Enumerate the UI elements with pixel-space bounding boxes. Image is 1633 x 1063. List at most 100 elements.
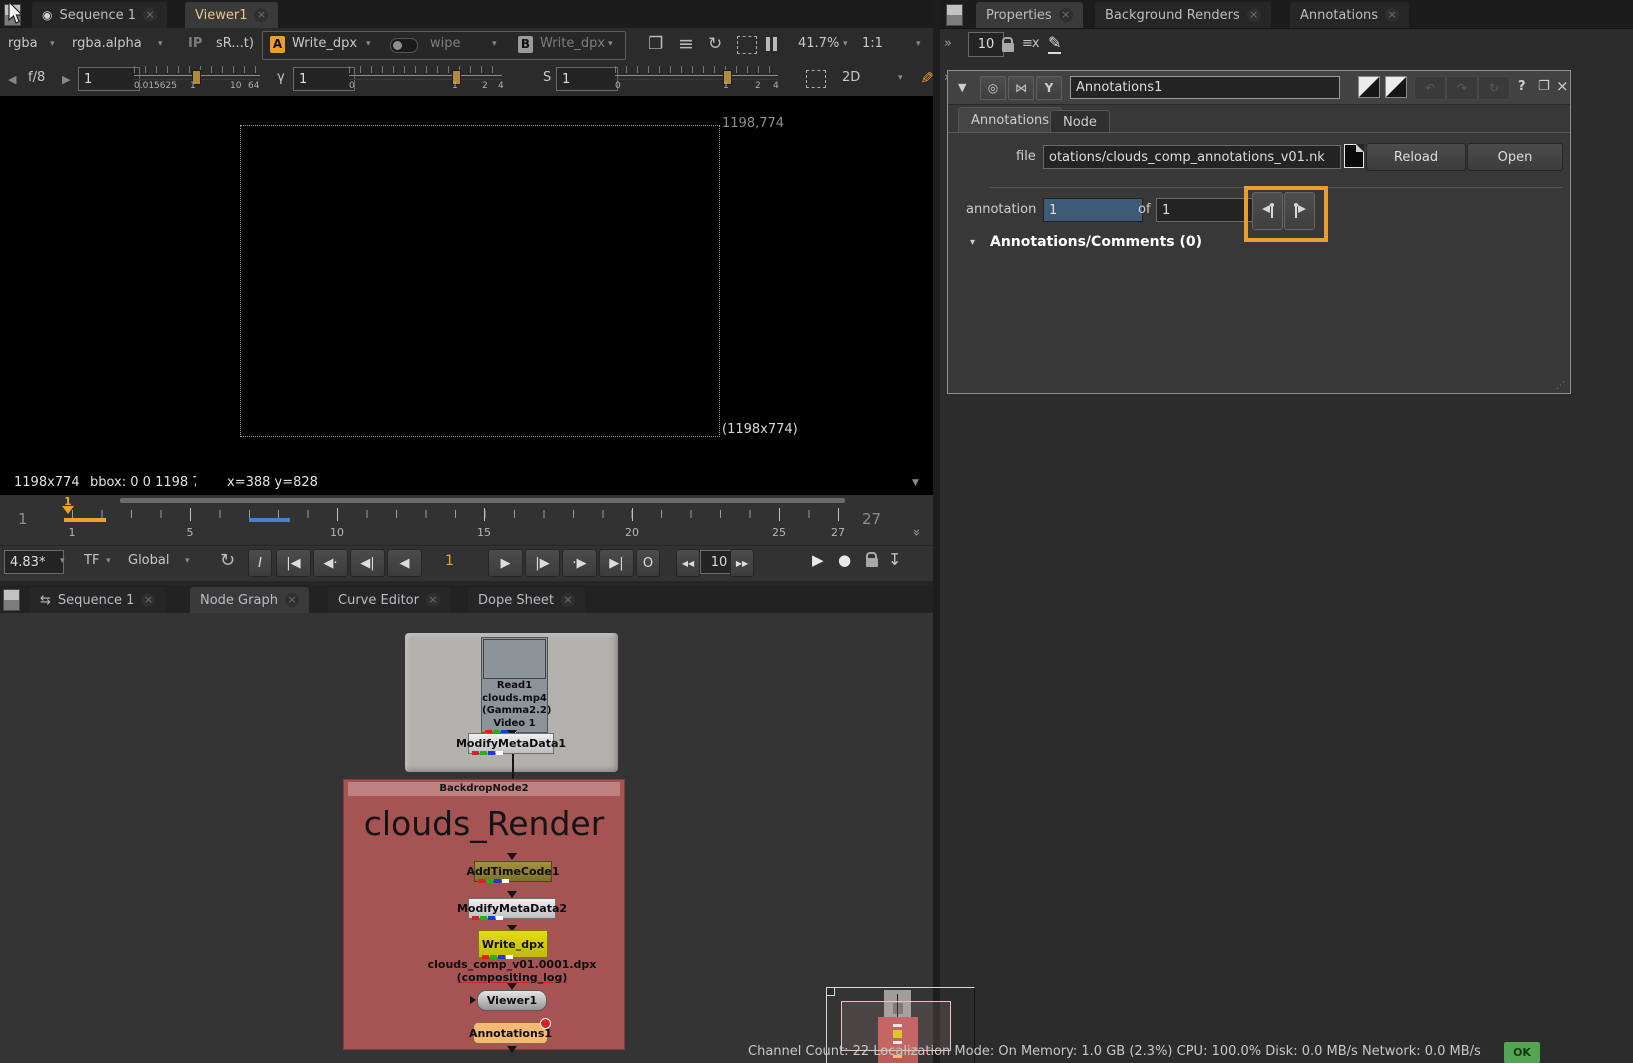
pause-icon[interactable] (766, 37, 780, 55)
info-expand-icon[interactable]: ▼ (912, 478, 919, 488)
collapse-triangle-icon[interactable]: ▼ (958, 81, 966, 94)
node-graph[interactable]: Read1 clouds.mp4 (Gamma2.2) Video 1 Modi… (0, 613, 933, 1063)
close-icon[interactable]: × (285, 593, 299, 607)
pencil-icon[interactable]: ✎ (1048, 33, 1061, 54)
timeline-ruler[interactable] (72, 510, 840, 518)
file-path-input[interactable]: otations/clouds_comp_annotations_v01.nk (1043, 145, 1341, 169)
timeline-scrollbar[interactable] (120, 498, 845, 503)
tab-annotations[interactable]: Annotations × (1290, 2, 1409, 28)
step-back-button[interactable]: ◀| (350, 549, 385, 577)
close-icon[interactable]: × (143, 8, 157, 22)
b-input-badge[interactable]: B (518, 36, 533, 53)
chevron-down-icon[interactable]: ▾ (60, 556, 65, 566)
prev-fstop-icon[interactable]: ◀ (8, 73, 16, 86)
viewer-lut-dropdown[interactable]: sR...t) (216, 36, 254, 51)
channels-dropdown[interactable]: rgba (8, 36, 38, 51)
gl-color-swatch[interactable] (1385, 76, 1407, 98)
next-annotation-button[interactable] (1284, 192, 1315, 230)
node-viewer1[interactable]: Viewer1 (477, 990, 547, 1011)
gain-input[interactable]: 1 (78, 67, 140, 91)
next-keyframe-button[interactable]: ·▶ (562, 549, 597, 577)
b-input-dropdown[interactable]: Write_dpx (540, 36, 605, 51)
collapse-icon[interactable]: » (908, 529, 923, 537)
jump-forward-button[interactable]: ▶▶ (730, 549, 754, 577)
node-name-input[interactable]: Annotations1 (1070, 76, 1340, 99)
play-backward-button[interactable]: ◀ (387, 549, 422, 577)
tab-curve-editor[interactable]: Curve Editor × (328, 587, 450, 613)
center-node-icon[interactable]: ◎ (980, 76, 1006, 100)
node-modifymetadata1[interactable]: ModifyMetaData1 (468, 733, 554, 754)
fps-input[interactable]: 4.83* (4, 550, 64, 574)
mask-input-icon[interactable]: ⋈ (1008, 76, 1034, 100)
frame-guide-icon[interactable] (737, 36, 757, 54)
reload-button[interactable]: Reload (1366, 143, 1466, 171)
zoom-level-dropdown[interactable]: 41.7% (798, 36, 839, 51)
input-process-toggle[interactable]: IP (188, 36, 202, 51)
proxy-ratio-dropdown[interactable]: 1:1 (862, 36, 883, 51)
roi-icon[interactable] (806, 70, 826, 88)
render-export-icon[interactable]: ↧ (888, 550, 901, 569)
annotation-total-input[interactable]: 1 (1156, 198, 1253, 222)
flipbook-icon[interactable]: ▶ (812, 551, 824, 569)
tab-properties[interactable]: Properties × (976, 2, 1083, 28)
collapse-icon[interactable]: » (944, 36, 952, 51)
wrench-icon[interactable]: Y (1036, 76, 1062, 100)
node-write-dpx[interactable]: Write_dpx (478, 930, 548, 958)
open-button[interactable]: Open (1467, 143, 1563, 171)
pane-splitter[interactable] (933, 0, 940, 1063)
close-icon[interactable]: × (1059, 8, 1073, 22)
close-icon[interactable]: × (254, 8, 268, 22)
gamma-slider[interactable]: 0 1 2 4 (349, 66, 502, 92)
lock-icon[interactable] (866, 558, 878, 567)
gamma-input[interactable]: 1 (293, 67, 355, 91)
a-input-badge[interactable]: A (270, 36, 285, 53)
revert-icon[interactable]: ↻ (1478, 76, 1510, 100)
saturation-slider[interactable]: 0 1 2 4 (615, 66, 778, 92)
node-tab-annotations[interactable]: Annotations (958, 107, 1062, 133)
wipe-mode-dropdown[interactable]: wipe (430, 36, 461, 51)
range-mode-dropdown[interactable]: Global (128, 553, 169, 568)
pane-menu-icon[interactable] (946, 4, 963, 26)
close-icon[interactable]: × (426, 593, 440, 607)
play-button[interactable]: ▶ (488, 549, 523, 577)
refresh-icon[interactable]: ↻ (708, 34, 722, 54)
close-icon[interactable]: × (1385, 8, 1399, 22)
step-forward-button[interactable]: |▶ (525, 549, 560, 577)
tab-dope-sheet[interactable]: Dope Sheet × (468, 587, 585, 613)
saturation-input[interactable]: 1 (556, 67, 618, 91)
current-frame[interactable]: 1 (445, 553, 454, 569)
monitor-out-icon[interactable]: ❐ (648, 34, 663, 54)
node-color-swatch[interactable] (1358, 76, 1380, 98)
layer-dropdown[interactable]: rgba.alpha (72, 36, 142, 51)
help-icon[interactable]: ? (1518, 79, 1526, 94)
tab-sequence-1-dag[interactable]: ⇆ Sequence 1 × (30, 587, 165, 613)
tab-sequence-1[interactable]: ◉ Sequence 1 × (32, 2, 167, 28)
stack-mode-icon[interactable]: ≡ (678, 33, 694, 55)
minimap-handle[interactable] (826, 987, 835, 996)
node-modifymetadata2[interactable]: ModifyMetaData2 (468, 898, 556, 919)
file-browser-icon[interactable] (1344, 144, 1364, 168)
loop-mode-icon[interactable]: ↻ (220, 550, 235, 571)
close-icon[interactable]: × (1247, 8, 1261, 22)
out-point-button[interactable]: O (636, 549, 660, 577)
close-icon[interactable]: × (561, 593, 575, 607)
jump-back-button[interactable]: ◀◀ (676, 549, 700, 577)
a-input-dropdown[interactable]: Write_dpx (292, 36, 357, 51)
tab-viewer1[interactable]: Viewer1 × (185, 2, 278, 28)
tab-node-graph[interactable]: Node Graph × (190, 587, 309, 613)
undo-icon[interactable]: ↶ (1414, 76, 1446, 100)
in-point-button[interactable]: I (248, 549, 272, 577)
redo-icon[interactable]: ↷ (1446, 76, 1478, 100)
view-mode-dropdown[interactable]: 2D (842, 70, 860, 85)
viewer-canvas[interactable]: 1198,774 (1198x774) (0, 96, 933, 470)
node-tab-node[interactable]: Node (1050, 110, 1110, 133)
go-end-button[interactable]: ▶| (599, 549, 634, 577)
next-fstop-icon[interactable]: ▶ (62, 73, 70, 86)
prev-keyframe-button[interactable]: ◀· (313, 549, 348, 577)
disclosure-triangle-icon[interactable]: ▾ (970, 237, 975, 248)
backdrop-title-bar[interactable]: BackdropNode2 (348, 782, 620, 796)
node-annotations1[interactable]: Annotations1 (473, 1022, 548, 1044)
record-icon[interactable]: ● (838, 551, 851, 569)
pane-menu-icon[interactable] (3, 589, 20, 611)
float-panel-icon[interactable]: ❐ (1538, 79, 1550, 94)
